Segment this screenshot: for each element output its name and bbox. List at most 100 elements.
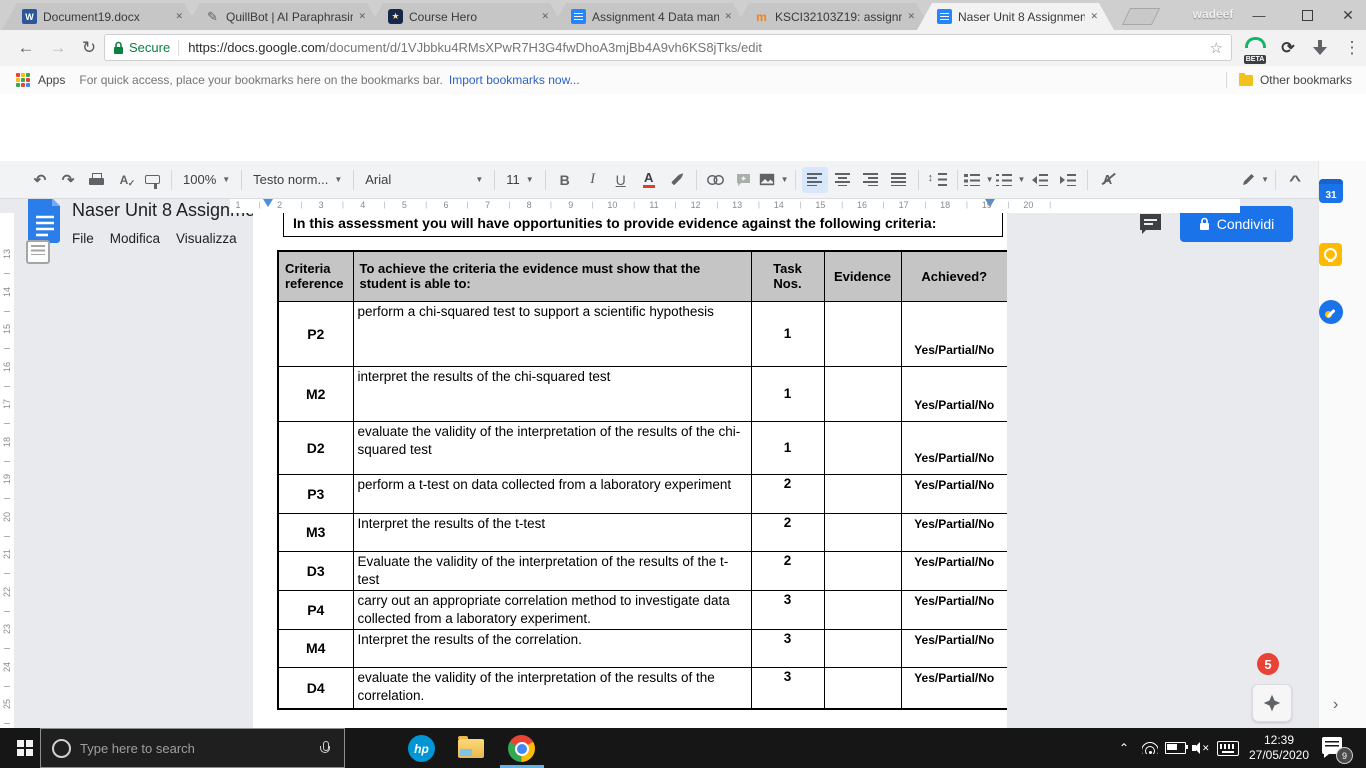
criteria-table[interactable]: Criteria referenceTo achieve the criteri… [277,250,1007,710]
url-text[interactable]: https://docs.google.com/document/d/1VJbb… [188,40,1203,55]
battery-icon[interactable] [1162,728,1188,768]
line-spacing-button[interactable] [925,167,951,193]
other-bookmarks[interactable]: Other bookmarks [1226,72,1352,88]
window-close-button[interactable]: ✕ [1330,0,1366,30]
quillbot-extension-icon[interactable]: BETA [1240,35,1270,66]
font-size-select[interactable]: 11▼ [500,167,539,193]
volume-muted-icon[interactable]: ✕ [1188,728,1214,768]
menu-visualizza[interactable]: Visualizza [168,228,245,249]
align-center-button[interactable] [830,167,856,193]
microphone-icon[interactable] [320,741,330,755]
evidence-cell [824,366,901,421]
apps-grid-icon[interactable] [16,73,30,87]
numbered-list-button[interactable]: ▼ [964,167,994,193]
print-icon[interactable] [83,167,109,193]
collapse-toolbar-button[interactable]: ^ [1282,167,1308,193]
tab-close-icon[interactable]: ✕ [358,11,366,22]
document-outline-icon[interactable] [26,240,50,264]
bold-button[interactable]: B [552,167,578,193]
document-page[interactable]: In this assessment you will have opportu… [253,213,1007,728]
hp-app-icon[interactable]: hp [408,735,435,762]
vertical-ruler[interactable]: 13141516171819202122232425 [0,213,14,728]
task-nos-cell: 3 [751,590,824,629]
chrome-app-icon[interactable] [508,735,535,762]
align-right-button[interactable] [858,167,884,193]
reload-icon[interactable]: ↻ [76,30,102,66]
browser-tab[interactable]: WDocument19.docx✕ [2,3,199,30]
decrease-indent-button[interactable] [1027,167,1053,193]
horizontal-ruler[interactable]: 1|2|3|4|5|6|7|8|9|10|11|12|13|14|15|16|1… [230,199,1240,213]
redo-icon[interactable]: ↷ [55,167,81,193]
wifi-icon[interactable] [1138,728,1162,768]
clock-time: 12:39 [1242,733,1316,748]
insert-link-icon[interactable] [703,167,729,193]
align-justify-button[interactable] [886,167,912,193]
zoom-select[interactable]: 100%▼ [177,167,236,193]
browser-tab[interactable]: Assignment 4 Data man✕ [551,3,748,30]
forward-icon[interactable]: → [44,30,72,66]
sync-extension-icon[interactable]: ⟳ [1274,30,1302,66]
address-bar[interactable]: Secure https://docs.google.com/document/… [104,34,1232,61]
bulleted-list-button[interactable]: ▼ [996,167,1026,193]
keep-icon[interactable] [1319,243,1342,266]
bulb-icon [1324,248,1337,261]
align-left-button[interactable] [802,167,828,193]
google-docs-icon[interactable] [28,198,62,243]
show-side-panel-icon[interactable]: › [1333,696,1338,714]
increase-indent-button[interactable] [1055,167,1081,193]
spellcheck-icon[interactable]: A✓ [111,167,137,193]
ruler-tick [4,423,10,424]
font-select[interactable]: Arial▼ [359,167,489,193]
browser-tab[interactable]: mKSCI32103Z19: assignm✕ [734,3,931,30]
add-comment-icon[interactable] [731,167,757,193]
ruler-number: 7 [481,200,495,210]
browser-tab[interactable]: Naser Unit 8 Assignmen✕ [917,3,1114,30]
file-explorer-icon[interactable] [458,739,484,758]
menu-modifica[interactable]: Modifica [102,228,168,249]
word-favicon-icon: W [22,9,37,24]
back-icon[interactable]: ← [12,30,40,66]
italic-button[interactable]: I [580,167,606,193]
explore-button[interactable] [1252,684,1292,722]
new-tab-button[interactable] [1122,8,1160,25]
window-minimize-button[interactable]: — [1238,0,1280,30]
intro-text-box[interactable]: In this assessment you will have opportu… [283,213,1003,237]
start-button[interactable] [10,728,40,768]
tab-close-icon[interactable]: ✕ [1090,11,1098,22]
browser-tab[interactable]: ✎QuillBot | AI Paraphrasin✕ [185,3,382,30]
tab-close-icon[interactable]: ✕ [907,11,915,22]
tray-chevron-up-icon[interactable]: ⌃ [1112,728,1136,768]
tab-close-icon[interactable]: ✕ [541,11,549,22]
apps-label[interactable]: Apps [38,73,65,87]
tasks-icon[interactable] [1319,300,1343,324]
paragraph-style-select[interactable]: Testo norm...▼ [247,167,348,193]
left-indent-marker[interactable] [263,199,273,207]
clear-formatting-button[interactable]: A [1094,167,1120,193]
taskbar: Type here to search hp ⌃ ✕ 12:39 27/05/2… [0,728,1366,768]
browser-tab[interactable]: ★Course Hero✕ [368,3,565,30]
download-extension-icon[interactable] [1310,39,1330,57]
tab-close-icon[interactable]: ✕ [175,11,183,22]
criteria-ref-cell: D3 [278,551,353,590]
browser-menu-icon[interactable]: ⋮ [1340,30,1364,66]
keyboard-icon[interactable] [1214,728,1242,768]
paint-format-icon[interactable] [139,167,165,193]
menu-file[interactable]: File [64,228,102,249]
tab-close-icon[interactable]: ✕ [724,11,732,22]
ruler-tick [4,686,10,687]
import-bookmarks-link[interactable]: Import bookmarks now... [449,73,580,87]
window-maximize-button[interactable] [1286,0,1328,30]
table-row: D4evaluate the validity of the interpret… [278,667,1007,709]
taskbar-clock[interactable]: 12:39 27/05/2020 [1242,733,1316,763]
calendar-icon[interactable]: 31 [1319,179,1343,203]
highlight-color-button[interactable] [664,167,690,193]
bookmark-star-icon[interactable]: ☆ [1210,39,1223,57]
undo-icon[interactable]: ↶ [27,167,53,193]
underline-button[interactable]: U [608,167,634,193]
editing-mode-button[interactable]: ▼ [1242,167,1269,193]
comment-history-icon[interactable] [1138,212,1163,236]
ruler-tick: | [508,202,510,209]
taskbar-search-input[interactable]: Type here to search [40,728,345,768]
text-color-button[interactable]: A [636,167,662,193]
insert-image-icon[interactable]: ▼ [759,167,789,193]
